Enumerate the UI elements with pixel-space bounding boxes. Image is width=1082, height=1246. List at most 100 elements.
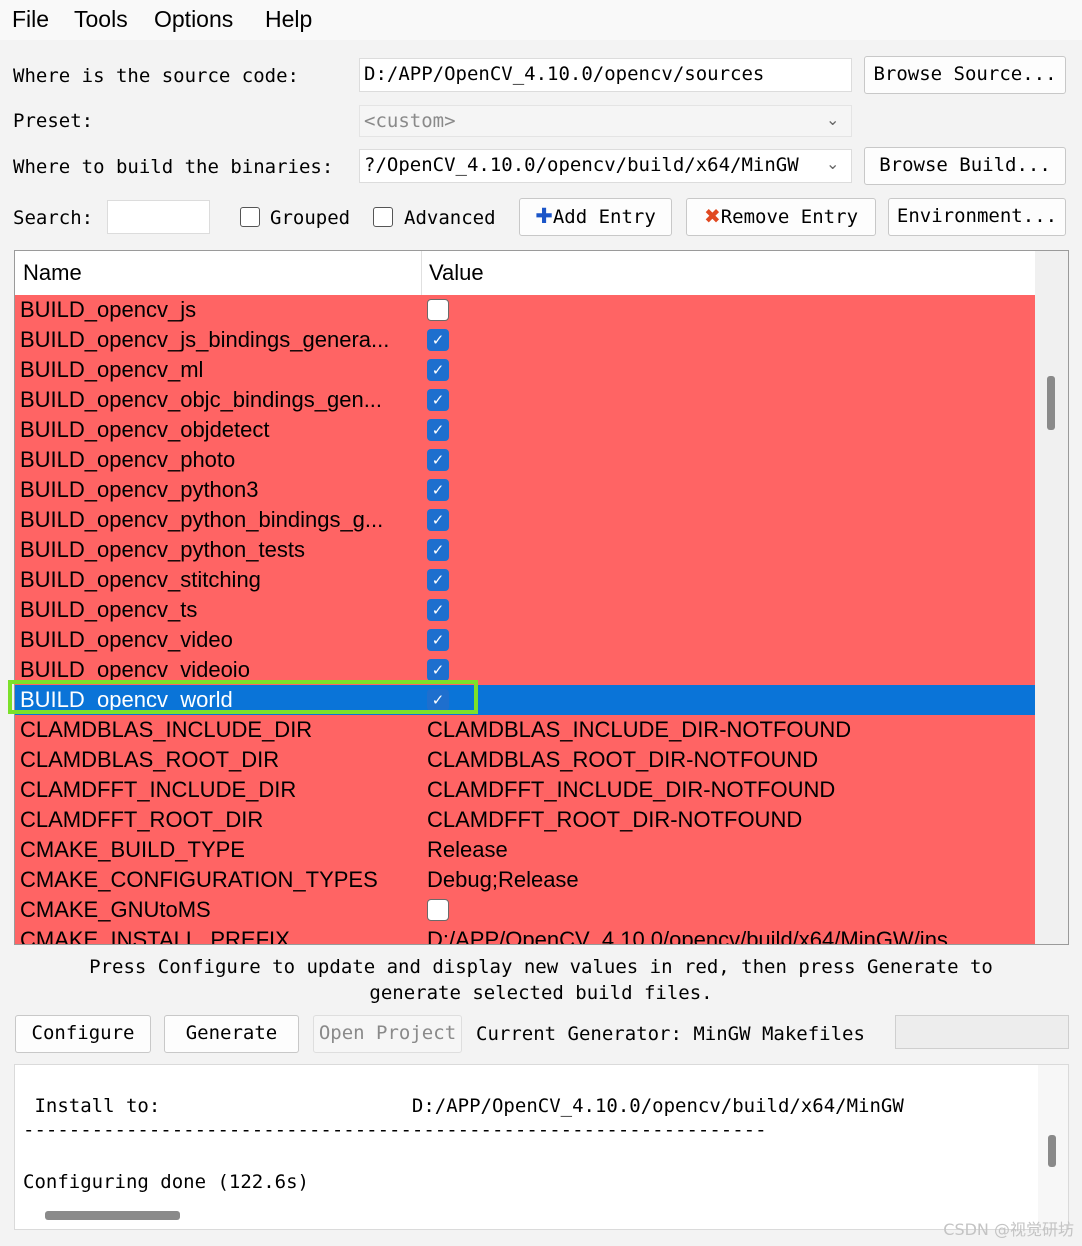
table-row[interactable]: BUILD_opencv_python3 ✓	[15, 475, 1035, 505]
row-name: BUILD_opencv_js_bindings_genera...	[20, 327, 390, 352]
generate-button[interactable]: Generate	[164, 1015, 299, 1053]
configure-button[interactable]: Configure	[15, 1015, 151, 1053]
table-row[interactable]: BUILD_opencv_python_bindings_g... ✓	[15, 505, 1035, 535]
row-name: CLAMDBLAS_ROOT_DIR	[20, 747, 280, 772]
grouped-checkbox[interactable]	[240, 207, 260, 227]
row-value[interactable]: Debug;Release	[427, 867, 579, 893]
table-row[interactable]: CMAKE_GNUtoMS	[15, 895, 1035, 925]
row-name: BUILD_opencv_python_tests	[20, 537, 305, 562]
row-value-checkbox[interactable]: ✓	[427, 329, 449, 351]
watermark: CSDN @视觉研坊	[943, 1220, 1074, 1239]
row-value[interactable]: CLAMDBLAS_ROOT_DIR-NOTFOUND	[427, 747, 818, 773]
source-label: Where is the source code:	[13, 65, 299, 87]
row-value-checkbox[interactable]: ✓	[427, 659, 449, 681]
row-name: BUILD_opencv_stitching	[20, 567, 261, 592]
preset-select[interactable]: <custom>	[359, 105, 852, 137]
build-path-text: ?/OpenCV_4.10.0/opencv/build/x64/MinGW	[364, 154, 799, 176]
open-project-button[interactable]: Open Project	[313, 1015, 462, 1053]
table-row[interactable]: BUILD_opencv_objc_bindings_gen... ✓	[15, 385, 1035, 415]
advanced-checkbox[interactable]	[373, 207, 393, 227]
row-name: CLAMDFFT_INCLUDE_DIR	[20, 777, 297, 802]
output-install-line: Install to: D:/APP/OpenCV_4.10.0/opencv/…	[23, 1095, 904, 1117]
table-row[interactable]: CLAMDFFT_INCLUDE_DIR CLAMDFFT_INCLUDE_DIR…	[15, 775, 1035, 805]
column-header-value[interactable]: Value	[429, 260, 484, 286]
row-name: CLAMDBLAS_INCLUDE_DIR	[20, 717, 313, 742]
output-horizontal-scrollbar-thumb[interactable]	[45, 1211, 180, 1220]
preset-label: Preset:	[13, 110, 94, 132]
row-value-checkbox[interactable]: ✓	[427, 569, 449, 591]
table-body: BUILD_opencv_js BUILD_opencv_js_bindings_…	[15, 295, 1035, 944]
row-name: CMAKE_BUILD_TYPE	[20, 837, 245, 862]
column-header-name[interactable]: Name	[23, 260, 82, 286]
row-value-checkbox[interactable]: ✓	[427, 629, 449, 651]
menu-help[interactable]: Help	[265, 6, 312, 33]
row-name: BUILD_opencv_python_bindings_g...	[20, 507, 384, 532]
row-value-checkbox[interactable]: ✓	[427, 479, 449, 501]
row-value[interactable]: CLAMDFFT_INCLUDE_DIR-NOTFOUND	[427, 777, 835, 803]
row-value-checkbox[interactable]: ✓	[427, 449, 449, 471]
table-row[interactable]: BUILD_opencv_video ✓	[15, 625, 1035, 655]
row-value-checkbox[interactable]: ✓	[427, 509, 449, 531]
row-value[interactable]: CLAMDBLAS_INCLUDE_DIR-NOTFOUND	[427, 717, 851, 743]
table-row[interactable]: CMAKE_INSTALL_PREFIX D:/APP/OpenCV_4.10.0…	[15, 925, 1035, 944]
table-row[interactable]: BUILD_opencv_js	[15, 295, 1035, 325]
column-divider[interactable]	[421, 251, 422, 295]
table-row[interactable]: BUILD_opencv_js_bindings_genera... ✓	[15, 325, 1035, 355]
preset-value: <custom>	[364, 110, 456, 132]
row-name: BUILD_opencv_ml	[20, 357, 204, 382]
grouped-label: Grouped	[270, 207, 351, 229]
table-row[interactable]: BUILD_opencv_ts ✓	[15, 595, 1035, 625]
chevron-down-icon[interactable]: ⌄	[826, 154, 840, 173]
build-label: Where to build the binaries:	[13, 156, 334, 178]
menu-tools[interactable]: Tools	[74, 6, 128, 33]
table-row[interactable]: CMAKE_CONFIGURATION_TYPES Debug;Release	[15, 865, 1035, 895]
add-entry-label: Add Entry	[552, 206, 656, 228]
row-name: BUILD_opencv_python3	[20, 477, 259, 502]
row-value-checkbox[interactable]	[427, 899, 449, 921]
row-value[interactable]: D:/APP/OpenCV_4.10.0/opencv/build/x64/Mi…	[427, 927, 948, 944]
table-row[interactable]: BUILD_opencv_ml ✓	[15, 355, 1035, 385]
remove-entry-label: Remove Entry	[720, 206, 859, 228]
row-value[interactable]: CLAMDFFT_ROOT_DIR-NOTFOUND	[427, 807, 802, 833]
hint-line-1: Press Configure to update and display ne…	[89, 956, 993, 978]
environment-button[interactable]: Environment...	[888, 198, 1066, 236]
row-value-checkbox[interactable]: ✓	[427, 599, 449, 621]
row-value-checkbox[interactable]: ✓	[427, 539, 449, 561]
table-row[interactable]: CLAMDBLAS_ROOT_DIR CLAMDBLAS_ROOT_DIR-NOT…	[15, 745, 1035, 775]
row-value[interactable]: Release	[427, 837, 508, 863]
browse-build-button[interactable]: Browse Build...	[864, 147, 1066, 185]
row-value-checkbox[interactable]: ✓	[427, 419, 449, 441]
browse-source-button[interactable]: Browse Source...	[864, 56, 1066, 94]
close-icon: ✖	[703, 204, 721, 228]
output-log: Install to: D:/APP/OpenCV_4.10.0/opencv/…	[14, 1064, 1069, 1230]
vertical-scrollbar[interactable]	[1035, 251, 1068, 944]
source-path-input[interactable]: D:/APP/OpenCV_4.10.0/opencv/sources	[359, 58, 852, 92]
hint-line-2: generate selected build files.	[369, 982, 713, 1004]
table-row[interactable]: CLAMDFFT_ROOT_DIR CLAMDFFT_ROOT_DIR-NOTFO…	[15, 805, 1035, 835]
output-done-line: Configuring done (122.6s)	[23, 1171, 309, 1193]
row-name: BUILD_opencv_objc_bindings_gen...	[20, 387, 383, 412]
row-value-checkbox[interactable]	[427, 299, 449, 321]
menu-file[interactable]: File	[12, 6, 49, 33]
output-vertical-scrollbar[interactable]	[1038, 1065, 1068, 1229]
table-row[interactable]: BUILD_opencv_python_tests ✓	[15, 535, 1035, 565]
menu-options[interactable]: Options	[154, 6, 233, 33]
plus-icon: ✚	[535, 204, 553, 228]
search-input[interactable]	[107, 200, 210, 234]
scrollbar-thumb[interactable]	[1047, 376, 1055, 430]
table-row[interactable]: CMAKE_BUILD_TYPE Release	[15, 835, 1035, 865]
table-header: Name Value	[15, 251, 1035, 296]
search-label: Search:	[13, 207, 94, 229]
row-value-checkbox[interactable]: ✓	[427, 359, 449, 381]
table-row[interactable]: BUILD_opencv_stitching ✓	[15, 565, 1035, 595]
table-row[interactable]: CLAMDBLAS_INCLUDE_DIR CLAMDBLAS_INCLUDE_D…	[15, 715, 1035, 745]
table-row[interactable]: BUILD_opencv_photo ✓	[15, 445, 1035, 475]
cache-table: Name Value BUILD_opencv_js BUILD_opencv_j…	[14, 250, 1069, 945]
row-value-checkbox[interactable]: ✓	[427, 389, 449, 411]
add-entry-button[interactable]: ✚Add Entry	[519, 198, 672, 236]
output-scrollbar-thumb[interactable]	[1048, 1135, 1056, 1167]
remove-entry-button[interactable]: ✖Remove Entry	[686, 198, 876, 236]
output-divider-line: ----------------------------------------…	[23, 1119, 767, 1141]
table-row[interactable]: BUILD_opencv_objdetect ✓	[15, 415, 1035, 445]
build-path-combo[interactable]: ?/OpenCV_4.10.0/opencv/build/x64/MinGW	[359, 149, 852, 183]
